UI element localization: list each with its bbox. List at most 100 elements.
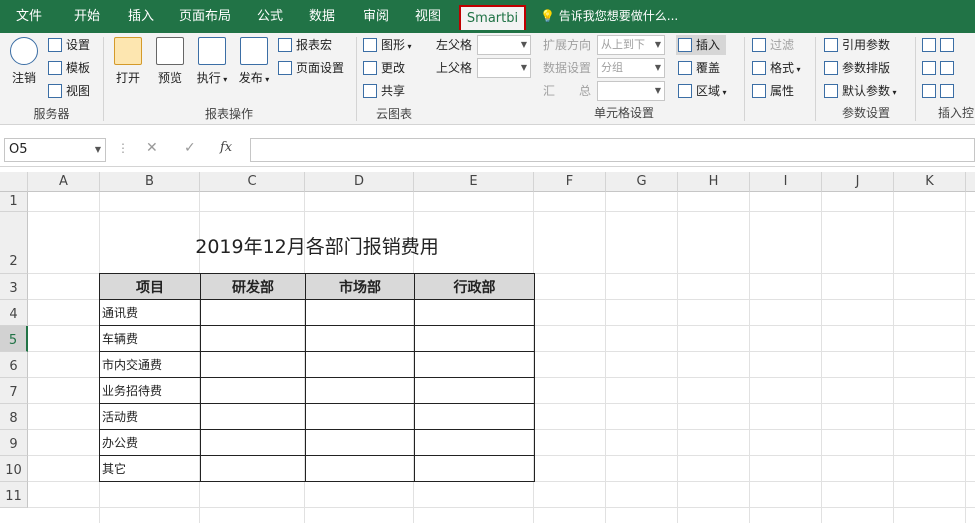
preview-button[interactable]: 预览 [150, 37, 190, 86]
tab-formulas[interactable]: 公式 [252, 0, 288, 33]
row-header[interactable]: 3 [0, 274, 28, 300]
column-header[interactable]: E [414, 172, 534, 192]
row-header[interactable]: 8 [0, 404, 28, 430]
share-button[interactable]: 共享 [363, 81, 405, 101]
row-header[interactable]: 1 [0, 192, 28, 212]
row-header[interactable]: 2 [0, 212, 28, 274]
select-all-corner[interactable] [0, 172, 28, 192]
param-layout-button[interactable]: 参数排版 [824, 58, 890, 78]
header-cell[interactable]: 行政部 [414, 273, 535, 300]
value-cell[interactable] [414, 351, 535, 378]
figure-button[interactable]: 图形 ▾ [363, 35, 412, 55]
value-cell[interactable] [414, 403, 535, 430]
attributes-button[interactable]: 属性 [752, 81, 794, 101]
value-cell[interactable] [305, 455, 415, 482]
header-cell[interactable]: 市场部 [305, 273, 415, 300]
item-cell[interactable]: 其它 [99, 455, 201, 482]
column-header[interactable]: B [100, 172, 200, 192]
formula-input[interactable] [250, 138, 975, 162]
column-header[interactable]: K [894, 172, 966, 192]
value-cell[interactable] [200, 455, 306, 482]
sheet-title[interactable]: 2019年12月各部门报销费用 [100, 232, 534, 259]
value-cell[interactable] [200, 351, 306, 378]
tell-me-search[interactable]: 💡 告诉我您想要做什么... [540, 0, 678, 33]
column-header[interactable]: A [28, 172, 100, 192]
value-cell[interactable] [305, 403, 415, 430]
ref-param-button[interactable]: 引用参数 [824, 35, 890, 55]
open-button[interactable]: 打开 [108, 37, 148, 86]
insert-control-2[interactable] [922, 58, 958, 78]
value-cell[interactable] [414, 299, 535, 326]
tab-page-layout[interactable]: 页面布局 [176, 0, 234, 33]
row-header[interactable]: 7 [0, 378, 28, 404]
top-parent-combo[interactable]: ▼ [477, 58, 531, 78]
header-cell[interactable]: 项目 [99, 273, 201, 300]
item-cell[interactable]: 市内交通费 [99, 351, 201, 378]
column-header[interactable]: G [606, 172, 678, 192]
template-button[interactable]: 模板 [48, 58, 90, 78]
tab-review[interactable]: 审阅 [358, 0, 394, 33]
item-cell[interactable]: 办公费 [99, 429, 201, 456]
default-param-button[interactable]: 默认参数 ▾ [824, 81, 897, 101]
logout-button[interactable]: 注销 [4, 37, 44, 86]
fx-icon[interactable]: fx [220, 140, 232, 155]
row-header[interactable]: 4 [0, 300, 28, 326]
value-cell[interactable] [305, 377, 415, 404]
value-cell[interactable] [414, 455, 535, 482]
summary-combo[interactable]: ▼ [597, 81, 665, 101]
settings-button[interactable]: 设置 [48, 35, 90, 55]
expand-dir-combo[interactable]: 从上到下 ▼ [597, 35, 665, 55]
report-macro-button[interactable]: 报表宏 [278, 35, 332, 55]
value-cell[interactable] [305, 429, 415, 456]
insert-control-1[interactable] [922, 35, 958, 55]
value-cell[interactable] [200, 377, 306, 404]
value-cell[interactable] [305, 325, 415, 352]
tab-insert[interactable]: 插入 [120, 0, 162, 33]
row-header[interactable]: 9 [0, 430, 28, 456]
row-header[interactable]: 10 [0, 456, 28, 482]
row-header-selected[interactable]: 5 [0, 326, 28, 352]
column-header[interactable]: I [750, 172, 822, 192]
area-button[interactable]: 区域 ▾ [678, 81, 727, 101]
format-button[interactable]: 格式 ▾ [752, 58, 801, 78]
view-button[interactable]: 视图 [48, 81, 90, 101]
value-cell[interactable] [305, 351, 415, 378]
insert-cell-button[interactable]: 插入 [676, 35, 727, 55]
value-cell[interactable] [200, 299, 306, 326]
left-parent-combo[interactable]: ▼ [477, 35, 531, 55]
column-header[interactable]: C [200, 172, 305, 192]
value-cell[interactable] [305, 299, 415, 326]
value-cell[interactable] [414, 429, 535, 456]
filter-button[interactable]: 过滤 [752, 35, 794, 55]
column-header[interactable]: F [534, 172, 606, 192]
item-cell[interactable]: 活动费 [99, 403, 201, 430]
column-header[interactable] [966, 172, 975, 192]
cover-button[interactable]: 覆盖 [678, 58, 720, 78]
item-cell[interactable]: 通讯费 [99, 299, 201, 326]
column-header[interactable]: D [305, 172, 414, 192]
item-cell[interactable]: 业务招待费 [99, 377, 201, 404]
tab-file[interactable]: 文件 [8, 0, 50, 33]
cancel-icon[interactable]: ✕ [146, 140, 158, 156]
row-header[interactable]: 11 [0, 482, 28, 508]
execute-button[interactable]: 执行 ▾ [192, 37, 232, 86]
value-cell[interactable] [200, 325, 306, 352]
tab-home[interactable]: 开始 [66, 0, 108, 33]
header-cell[interactable]: 研发部 [200, 273, 306, 300]
value-cell[interactable] [414, 325, 535, 352]
insert-control-3[interactable] [922, 81, 958, 101]
page-setup-button[interactable]: 页面设置 [278, 58, 344, 78]
publish-button[interactable]: 发布 ▾ [234, 37, 274, 86]
tab-view[interactable]: 视图 [410, 0, 446, 33]
row-header[interactable]: 6 [0, 352, 28, 378]
column-header[interactable]: H [678, 172, 750, 192]
tab-data[interactable]: 数据 [304, 0, 340, 33]
update-button[interactable]: 更改 [363, 58, 405, 78]
column-header[interactable]: J [822, 172, 894, 192]
tab-smartbi[interactable]: Smartbi [459, 5, 526, 30]
value-cell[interactable] [200, 429, 306, 456]
value-cell[interactable] [200, 403, 306, 430]
enter-icon[interactable]: ✓ [184, 140, 196, 156]
name-box[interactable]: O5 ▼ [4, 138, 106, 162]
item-cell[interactable]: 车辆费 [99, 325, 201, 352]
